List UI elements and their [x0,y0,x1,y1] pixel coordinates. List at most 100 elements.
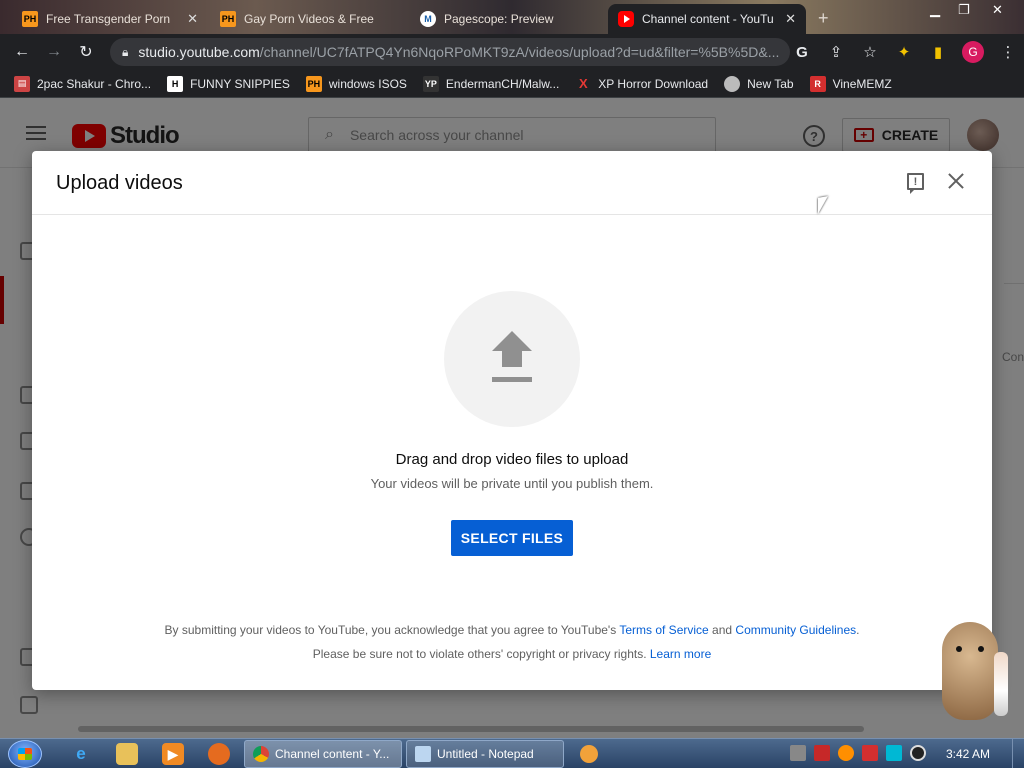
start-button-icon[interactable] [8,740,42,768]
legal-text: . [856,623,860,637]
tab-2[interactable]: PH Gay Porn Videos & Free [210,4,406,34]
globe-icon [724,75,741,92]
tab-title: Free Transgender Porn [46,12,171,26]
side-panel-icon[interactable]: ▮ [928,42,948,62]
app-icon[interactable] [208,743,230,765]
taskbar-clock[interactable]: 3:42 AM [946,747,990,761]
tray-antivirus-icon[interactable] [814,745,830,761]
tab-title: Channel content - YouTu [642,12,774,26]
privacy-note: Your videos will be private until you pu… [370,476,654,491]
terms-of-service-link[interactable]: Terms of Service [619,623,708,637]
share-icon[interactable]: ⇪ [826,42,846,62]
lock-icon: 🔒︎ [122,44,129,59]
upload-drop-zone[interactable] [444,291,580,427]
page-icon: ▤ [14,75,30,92]
reload-icon[interactable]: ↻ [70,36,102,68]
profile-avatar[interactable]: G [962,41,984,63]
bookmark-item[interactable]: ▤ 2pac Shakur - Chro... [14,75,152,92]
bookmark-item[interactable]: New Tab [724,75,794,92]
windows-taskbar: e ▶ Channel content - Y... Untitled - No… [0,738,1024,768]
back-icon[interactable]: ← [6,36,38,68]
menu-kebab-icon[interactable]: ⋮ [998,42,1018,62]
task-label: Untitled - Notepad [437,747,534,761]
tab-close-icon[interactable]: ✕ [187,11,198,27]
mouse-cursor-icon [818,196,828,214]
bookmark-item[interactable]: YP EndermanCH/Malw... [422,75,560,92]
dialog-title: Upload videos [56,172,183,194]
system-tray [790,745,926,761]
upload-arrow-base [492,377,532,382]
hamster-eye [956,646,962,652]
google-icon[interactable]: G [792,42,812,62]
minimize-icon[interactable]: ▁ [930,2,940,18]
bookmark-label: EndermanCH/Malw... [445,76,560,91]
legal-text: Please be sure not to violate others' co… [312,647,650,661]
bookmark-label: windows ISOS [328,76,407,91]
tab-3[interactable]: M Pagescope: Preview [410,4,606,34]
legal-notice: By submitting your videos to YouTube, yo… [32,618,992,666]
pornhub-favicon-icon: PH [305,75,322,92]
maximize-icon[interactable]: ❐ [958,2,970,18]
bookmark-item[interactable]: X XP Horror Download [575,76,708,92]
bookmark-item[interactable]: H FUNNY SNIPPIES [167,75,290,92]
bookmark-item[interactable]: R VineMEMZ [809,75,892,92]
r-logo-icon: R [809,75,826,92]
media-player-icon[interactable]: ▶ [162,743,184,765]
hamster-sticker [938,612,1018,738]
upload-videos-dialog: Upload videos ! Drag and drop video file… [32,151,992,690]
new-tab-icon[interactable]: + [818,8,829,29]
legal-text: By submitting your videos to YouTube, yo… [164,623,620,637]
bookmark-label: FUNNY SNIPPIES [190,76,290,91]
bookmark-label: 2pac Shakur - Chro... [37,76,152,91]
yp-logo-icon: YP [422,75,439,92]
youtube-icon [618,11,634,27]
browser-toolbar: ← → ↻ 🔒︎ studio.youtube.com/channel/UC7f… [0,34,1024,70]
tab-title: Pagescope: Preview [444,12,554,26]
tab-title: Gay Porn Videos & Free [244,12,374,26]
url-path: /channel/UC7fATPQ4Yn6NqoRPoMKT9zA/videos… [259,44,780,60]
legal-text: and [708,623,736,637]
bookmark-label: New Tab [747,76,794,91]
pornhub-favicon-icon: PH [220,11,236,27]
send-feedback-icon[interactable]: ! [907,173,924,194]
close-icon[interactable] [944,169,968,193]
chrome-icon [253,746,269,762]
tab-4-active[interactable]: Channel content - YouTu ✕ [608,4,806,34]
close-window-icon[interactable]: ✕ [992,2,1003,18]
bookmark-star-icon[interactable]: ☆ [860,42,880,62]
bookmark-label: XP Horror Download [598,76,709,91]
tray-network-icon[interactable] [886,745,902,761]
pornhub-favicon-icon: PH [22,11,38,27]
hamster-eye [978,646,984,652]
url-host: studio.youtube.com [138,44,260,60]
address-bar[interactable]: 🔒︎ studio.youtube.com/channel/UC7fATPQ4Y… [110,38,790,66]
tray-search-icon[interactable] [838,745,854,761]
tray-volume-icon[interactable] [910,745,926,761]
taskbar-notepad-window[interactable]: Untitled - Notepad [406,740,564,768]
upload-arrow-stem [502,350,522,367]
tab-strip: PH Free Transgender Porn ✕ PH Gay Porn V… [0,0,1024,34]
dialog-header: Upload videos ! [32,151,992,215]
learn-more-link[interactable]: Learn more [650,647,711,661]
tray-flag-icon[interactable] [862,745,878,761]
app-icon[interactable] [580,745,598,763]
extensions-icon[interactable]: ✦ [894,42,914,62]
forward-icon[interactable]: → [38,36,70,68]
pagescope-favicon-icon: M [420,11,436,27]
tab-1[interactable]: PH Free Transgender Porn ✕ [12,4,208,34]
tab-close-icon[interactable]: ✕ [785,11,796,27]
upload-arrow-icon [492,331,532,351]
file-explorer-icon[interactable] [116,743,138,765]
bookmark-item[interactable]: PH windows ISOS [305,75,407,92]
bookmarks-bar: ▤ 2pac Shakur - Chro... H FUNNY SNIPPIES… [0,70,1024,98]
bookmark-label: VineMEMZ [832,76,892,91]
select-files-button[interactable]: SELECT FILES [451,520,573,556]
task-label: Channel content - Y... [275,747,390,761]
figure-sticker [994,652,1008,716]
community-guidelines-link[interactable]: Community Guidelines [735,623,856,637]
tray-app-icon[interactable] [790,745,806,761]
taskbar-chrome-window[interactable]: Channel content - Y... [244,740,402,768]
internet-explorer-icon[interactable]: e [70,743,92,765]
show-desktop-button[interactable] [1012,739,1024,768]
h-logo-icon: H [167,75,184,92]
